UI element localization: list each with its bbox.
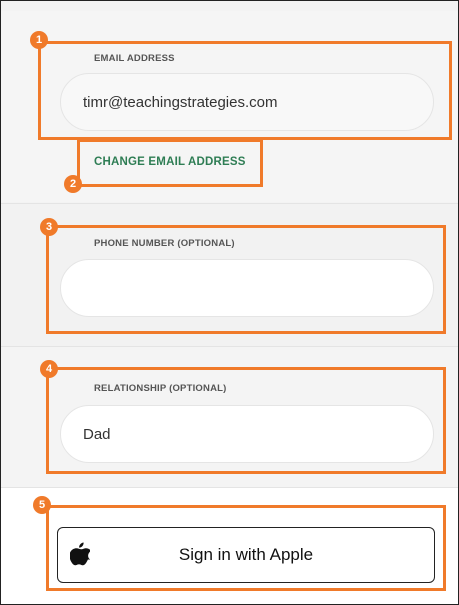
- apple-icon: [70, 542, 90, 566]
- phone-field[interactable]: [60, 259, 434, 317]
- email-value: timr@teachingstrategies.com: [83, 93, 278, 111]
- apple-button-label: Sign in with Apple: [178, 545, 314, 564]
- relationship-label: RELATIONSHIP (OPTIONAL): [94, 383, 227, 394]
- phone-label: PHONE NUMBER (OPTIONAL): [94, 238, 235, 249]
- callout-badge-2: 2: [64, 175, 82, 193]
- callout-badge-4: 4: [40, 360, 58, 378]
- callout-badge-1: 1: [30, 31, 48, 49]
- change-email-link[interactable]: CHANGE EMAIL ADDRESS: [94, 156, 246, 168]
- sign-in-with-apple-button[interactable]: Sign in with Apple: [57, 527, 435, 583]
- relationship-field[interactable]: Dad: [60, 405, 434, 463]
- relationship-value: Dad: [83, 425, 111, 443]
- email-field[interactable]: timr@teachingstrategies.com: [60, 73, 434, 131]
- callout-badge-5: 5: [33, 496, 51, 514]
- email-label: EMAIL ADDRESS: [94, 53, 175, 64]
- callout-badge-3: 3: [40, 218, 58, 236]
